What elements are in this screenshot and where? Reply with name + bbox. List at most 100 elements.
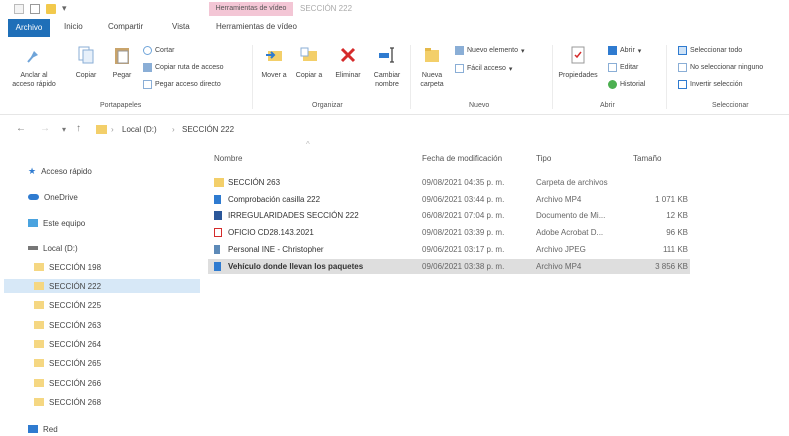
easy-access-icon [455, 64, 464, 73]
navigation-pane: ★ Acceso rápido OneDrive Este equipo Loca… [0, 150, 200, 435]
file-row[interactable]: SECCIÓN 263 09/08/2021 04:35 p. m. Carpe… [208, 175, 690, 190]
video-file-icon [214, 262, 221, 271]
file-row[interactable]: OFICIO CD28.143.2021 09/08/2021 03:39 p.… [208, 225, 690, 240]
pdf-file-icon [214, 228, 222, 237]
folder-icon [34, 340, 44, 348]
nav-folder-225[interactable]: SECCIÓN 225 [30, 298, 200, 312]
recent-dropdown-icon[interactable]: ▾ [62, 125, 66, 134]
edit-icon [608, 63, 617, 72]
star-icon: ★ [28, 165, 37, 176]
ribbon-separator [552, 45, 553, 109]
copiar-button[interactable]: Copiar [72, 45, 100, 80]
scissors-icon [143, 46, 152, 55]
nuevo-elemento-button[interactable]: Nuevo elemento ▾ [455, 46, 525, 55]
nav-folder-264[interactable]: SECCIÓN 264 [30, 337, 200, 351]
column-header-fecha[interactable]: Fecha de modificación [422, 154, 502, 163]
editar-button[interactable]: Editar [608, 63, 638, 72]
nav-folder-222[interactable]: SECCIÓN 222 [4, 279, 200, 293]
copy-to-icon [300, 47, 317, 61]
nav-folder-263[interactable]: SECCIÓN 263 [30, 318, 200, 332]
tab-herramientas-video[interactable]: Herramientas de vídeo [216, 22, 297, 31]
tab-inicio[interactable]: Inicio [64, 22, 83, 31]
group-abrir: Abrir [600, 102, 615, 109]
folder-icon [34, 263, 44, 271]
nav-folder-198[interactable]: SECCIÓN 198 [30, 260, 200, 274]
tab-vista[interactable]: Vista [172, 22, 190, 31]
paste-icon [115, 48, 129, 64]
folder-icon [34, 321, 44, 329]
abrir-button[interactable]: Abrir ▾ [608, 46, 641, 55]
column-header-tipo[interactable]: Tipo [536, 154, 551, 163]
new-item-icon [455, 46, 464, 55]
nav-este-equipo[interactable]: Este equipo [28, 216, 85, 230]
eliminar-button[interactable]: Eliminar [331, 45, 365, 80]
file-list: Nombre ^ Fecha de modificación Tipo Tama… [200, 140, 789, 435]
invert-selection-icon [678, 80, 687, 89]
copiar-a-button[interactable]: Copiar a [295, 45, 323, 80]
group-portapapeles: Portapapeles [100, 102, 142, 109]
no-seleccionar-button[interactable]: No seleccionar ninguno [678, 63, 763, 72]
facil-acceso-button[interactable]: Fácil acceso ▾ [455, 64, 512, 73]
pegar-acceso-button[interactable]: Pegar acceso directo [143, 80, 221, 89]
properties-icon [571, 46, 585, 64]
properties-quick-icon[interactable] [14, 4, 24, 14]
word-document-icon [214, 211, 222, 220]
cortar-button[interactable]: Cortar [143, 46, 174, 55]
sort-chevron-icon: ^ [306, 140, 310, 149]
mover-button[interactable]: Mover a [260, 45, 288, 80]
breadcrumb-current[interactable]: SECCIÓN 222 [182, 125, 234, 134]
nav-local-d[interactable]: Local (D:) [28, 241, 78, 255]
forward-arrow-icon[interactable]: → [40, 123, 50, 134]
column-header-nombre[interactable]: Nombre [214, 154, 242, 163]
move-icon [266, 51, 282, 61]
new-folder-quick-icon[interactable] [30, 4, 40, 14]
paste-shortcut-icon [143, 80, 152, 89]
file-row[interactable]: Comprobación casilla 222 09/06/2021 03:4… [208, 192, 690, 207]
file-row[interactable]: IRREGULARIDADES SECCIÓN 222 06/08/2021 0… [208, 208, 690, 223]
nav-folder-266[interactable]: SECCIÓN 266 [30, 376, 200, 390]
invertir-seleccion-button[interactable]: Invertir selección [678, 80, 743, 89]
file-row-selected[interactable]: Vehículo donde llevan los paquetes 09/06… [208, 259, 690, 274]
anclar-button[interactable]: Anclar al acceso rápido [10, 45, 58, 89]
copiar-ruta-button[interactable]: Copiar ruta de acceso [143, 63, 223, 72]
up-arrow-icon[interactable]: ↑ [76, 123, 81, 134]
historial-button[interactable]: Historial [608, 80, 645, 89]
back-arrow-icon[interactable]: ← [16, 123, 26, 134]
quick-access-dropdown-icon[interactable]: ▾ [62, 3, 76, 15]
folder-icon [214, 178, 224, 187]
window-title: SECCIÓN 222 [300, 4, 353, 13]
pin-icon [27, 51, 38, 63]
folder-icon [34, 379, 44, 387]
nueva-carpeta-button[interactable]: Nueva carpeta [414, 45, 450, 89]
new-folder-icon [425, 48, 439, 62]
ribbon-tabs: Archivo Inicio Compartir Vista Herramien… [0, 19, 789, 39]
propiedades-button[interactable]: Propiedades [556, 45, 600, 80]
nav-folder-268[interactable]: SECCIÓN 268 [30, 395, 200, 409]
cambiar-nombre-button[interactable]: Cambiar nombre [369, 45, 405, 89]
group-nuevo: Nuevo [469, 102, 490, 109]
tab-archivo[interactable]: Archivo [8, 19, 50, 37]
nav-onedrive[interactable]: OneDrive [28, 190, 78, 204]
history-icon [608, 80, 617, 89]
seleccionar-todo-button[interactable]: Seleccionar todo [678, 46, 742, 55]
copy-icon [78, 46, 94, 64]
cloud-icon [28, 194, 39, 200]
tab-compartir[interactable]: Compartir [108, 22, 143, 31]
nav-folder-265[interactable]: SECCIÓN 265 [30, 356, 200, 370]
file-row[interactable]: Personal INE - Christopher 09/06/2021 03… [208, 242, 690, 257]
ribbon-separator [252, 45, 253, 109]
copy-path-icon [143, 63, 152, 72]
nav-red[interactable]: Red [28, 422, 58, 436]
column-header-tamano[interactable]: Tamaño [633, 154, 661, 163]
pegar-button[interactable]: Pegar [108, 45, 136, 80]
nav-acceso-rapido[interactable]: ★ Acceso rápido [28, 164, 92, 178]
ribbon: Anclar al acceso rápido Copiar Pegar Cor… [0, 39, 789, 115]
open-icon [608, 46, 617, 55]
folder-icon [46, 4, 56, 14]
drive-icon [28, 246, 38, 250]
context-tab-label: Herramientas de vídeo [209, 2, 293, 16]
group-organizar: Organizar [312, 102, 343, 109]
folder-icon [34, 398, 44, 406]
breadcrumb-local[interactable]: Local (D:) [122, 125, 157, 134]
group-seleccionar: Seleccionar [712, 102, 749, 109]
